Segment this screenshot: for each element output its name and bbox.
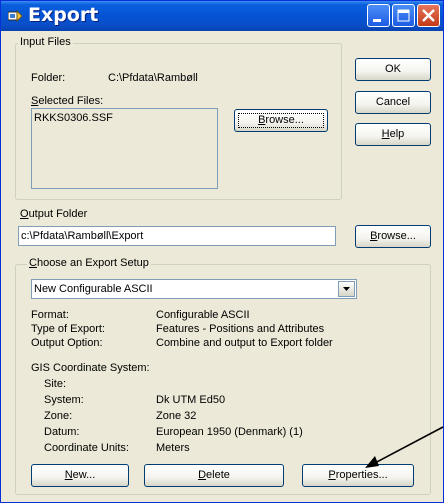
export-setup-selected: New Configurable ASCII (34, 283, 153, 295)
new-label: ew... (72, 469, 96, 481)
ok-button[interactable]: OK (355, 58, 431, 81)
app-icon (8, 10, 23, 22)
coordinate-units-value: Meters (156, 442, 190, 454)
type-of-export-label: Type of Export: (31, 323, 105, 335)
focus-rect (238, 113, 324, 128)
selected-files-list[interactable]: RKKS0306.SSF (31, 108, 218, 189)
system-label: System: (44, 394, 84, 406)
export-setup-legend: Choose an Export Setup (27, 257, 151, 269)
help-label: elp (389, 128, 405, 140)
maximize-button[interactable] (392, 4, 415, 27)
output-browse-button[interactable]: Browse... (355, 225, 431, 248)
input-files-legend: Input Files (18, 36, 73, 48)
datum-value: European 1950 (Denmark) (1) (156, 426, 303, 438)
chevron-down-icon (343, 287, 350, 291)
output-folder-label-text: utput Folder (28, 208, 88, 220)
output-browse-label: rowse... (377, 230, 416, 242)
type-of-export-value: Features - Positions and Attributes (156, 323, 325, 335)
datum-label: Datum: (44, 426, 80, 438)
output-option-label: Output Option: (31, 337, 103, 349)
output-folder-label: Output Folder (20, 208, 88, 220)
window-title: Export (28, 4, 99, 26)
close-icon (422, 9, 435, 22)
folder-value: C:\Pfdata\Rambøll (108, 72, 198, 84)
site-label: Site: (44, 378, 67, 390)
minimize-icon (373, 19, 381, 22)
format-value: Configurable ASCII (156, 309, 250, 321)
format-label: Format: (31, 309, 69, 321)
help-button[interactable]: Help (355, 123, 431, 146)
input-browse-button[interactable]: Browse... (234, 109, 328, 132)
list-item[interactable]: RKKS0306.SSF (34, 109, 113, 127)
coordinate-units-label: Coordinate Units: (44, 442, 129, 454)
new-button[interactable]: New... (31, 464, 129, 487)
output-option-value: Combine and output to Export folder (156, 337, 333, 349)
output-folder-input[interactable]: c:\Pfdata\Rambøll\Export (18, 226, 336, 246)
cancel-button[interactable]: Cancel (355, 91, 431, 114)
export-dialog: Export Input Files Folder: C:\Pfdata\Ram… (0, 0, 444, 503)
folder-label: Folder: (31, 72, 66, 84)
export-setup-legend-text: hoose an Export Setup (36, 257, 149, 269)
gis-heading: GIS Coordinate System: (31, 362, 150, 374)
selected-files-label-text: elected Files: (38, 95, 104, 107)
selected-files-label: Selected Files: (31, 95, 104, 107)
zone-label: Zone: (44, 410, 73, 422)
close-button[interactable] (417, 4, 440, 27)
system-value: Dk UTM Ed50 (156, 394, 226, 406)
dropdown-button[interactable] (338, 281, 355, 297)
title-bar[interactable]: Export (1, 1, 443, 31)
minimize-button[interactable] (367, 4, 390, 27)
zone-value: Zone 32 (156, 410, 197, 422)
delete-label: elete (206, 469, 230, 481)
delete-button[interactable]: Delete (144, 464, 284, 487)
annotation-arrow-icon (365, 426, 444, 468)
maximize-icon (397, 9, 410, 22)
export-setup-select[interactable]: New Configurable ASCII (31, 279, 357, 299)
